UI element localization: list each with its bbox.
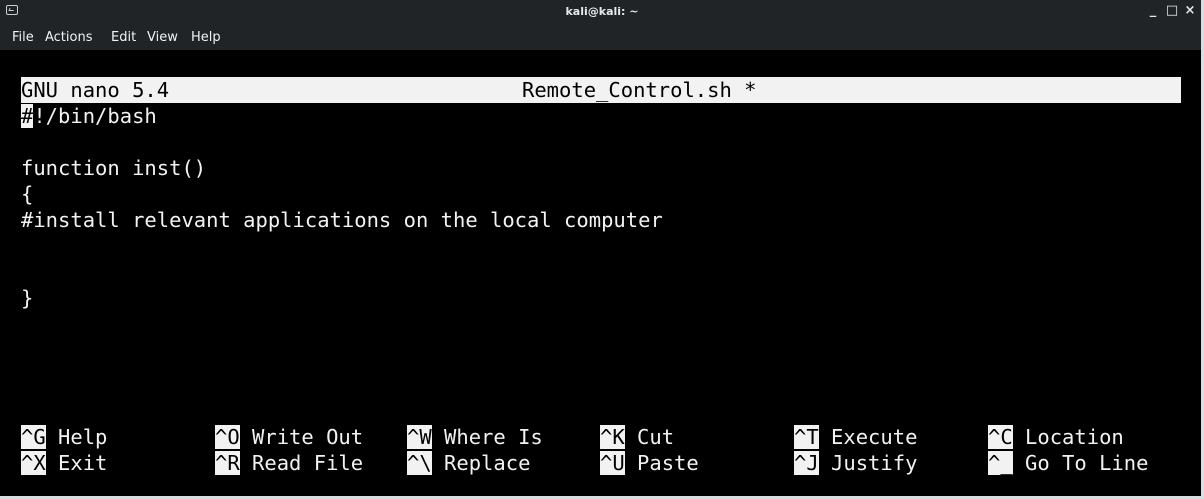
menu-edit[interactable]: Edit xyxy=(111,30,136,45)
nano-header-bar: GNU nano 5.4 Remote_Control.sh * xyxy=(21,77,1181,103)
shortcut-key: ^\ xyxy=(407,451,432,475)
shortcut-paste[interactable]: ^U Paste xyxy=(600,450,699,476)
window-title: kali@kali: ~ xyxy=(565,5,639,18)
shortcut-key: ^U xyxy=(600,451,625,475)
shortcut-key: ^G xyxy=(21,425,46,449)
editor-line-8[interactable]: } xyxy=(21,285,33,311)
shortcut-key: ^T xyxy=(794,425,819,449)
shortcut-key: ^J xyxy=(794,451,819,475)
shortcut-exit[interactable]: ^X Exit xyxy=(21,450,107,476)
shortcut-label: Replace xyxy=(444,451,531,475)
shortcut-key: ^K xyxy=(600,425,625,449)
shortcut-key: ^W xyxy=(407,425,432,449)
shortcut-label: Write Out xyxy=(252,425,364,449)
shortcut-label: Where Is xyxy=(444,425,543,449)
menu-help[interactable]: Help xyxy=(191,30,221,45)
editor-line-5[interactable]: #install relevant applications on the lo… xyxy=(21,207,663,233)
minimize-button[interactable]: _ xyxy=(1145,3,1161,19)
shortcut-label: Exit xyxy=(58,451,108,475)
shortcut-key: ^X xyxy=(21,451,46,475)
shortcut-cut[interactable]: ^K Cut xyxy=(600,424,674,450)
nano-version: GNU nano 5.4 xyxy=(21,78,170,102)
maximize-button[interactable]: □ xyxy=(1164,3,1180,19)
terminal-window: kali@kali: ~ _ □ × File Actions Edit Vie… xyxy=(0,0,1204,499)
shortcut-label: Justify xyxy=(831,451,918,475)
shortcut-location[interactable]: ^C Location xyxy=(988,424,1124,450)
shortcut-label: Help xyxy=(58,425,108,449)
shortcut-write-out[interactable]: ^O Write Out xyxy=(215,424,363,450)
menu-view[interactable]: View xyxy=(147,30,178,45)
menu-bar: File Actions Edit View Help xyxy=(0,24,1204,50)
shortcut-label: Cut xyxy=(637,425,675,449)
nano-filename: Remote_Control.sh * xyxy=(522,78,757,102)
shortcut-label: Read File xyxy=(252,451,364,475)
shortcut-justify[interactable]: ^J Justify xyxy=(794,450,917,476)
shebang-text: !/bin/bash xyxy=(33,104,157,128)
shortcut-key: ^O xyxy=(215,425,240,449)
editor-line-4[interactable]: { xyxy=(21,181,33,207)
shortcut-execute[interactable]: ^T Execute xyxy=(794,424,917,450)
close-button[interactable]: × xyxy=(1182,3,1198,19)
shortcut-go-to-line[interactable]: ^_ Go To Line xyxy=(988,450,1148,476)
shortcut-key: ^C xyxy=(988,425,1013,449)
shortcut-label: Go To Line xyxy=(1025,451,1149,475)
shortcut-help[interactable]: ^G Help xyxy=(21,424,107,450)
shortcut-replace[interactable]: ^\ Replace xyxy=(407,450,530,476)
shortcut-key: ^R xyxy=(215,451,240,475)
text-cursor: # xyxy=(21,104,34,128)
shortcut-label: Execute xyxy=(831,425,918,449)
menu-actions[interactable]: Actions xyxy=(45,30,93,45)
shortcut-key: ^_ xyxy=(988,451,1013,475)
menu-file[interactable]: File xyxy=(12,30,34,45)
shortcut-label: Location xyxy=(1025,425,1124,449)
terminal-area[interactable]: GNU nano 5.4 Remote_Control.sh * #!/bin/… xyxy=(0,50,1204,499)
shortcut-where-is[interactable]: ^W Where Is xyxy=(407,424,543,450)
editor-line-3[interactable]: function inst() xyxy=(21,155,206,181)
title-bar[interactable]: kali@kali: ~ _ □ × xyxy=(0,0,1204,24)
editor-line-1[interactable]: #!/bin/bash xyxy=(21,103,157,129)
shortcut-read-file[interactable]: ^R Read File xyxy=(215,450,363,476)
shortcut-label: Paste xyxy=(637,451,699,475)
